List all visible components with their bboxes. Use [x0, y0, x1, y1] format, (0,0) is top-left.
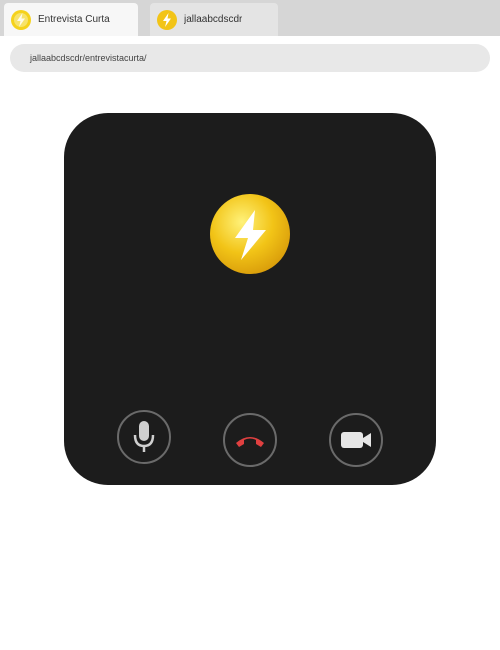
browser-tab-bar: Entrevista Curta jallaabcdscdr [0, 0, 500, 36]
microphone-icon [133, 421, 155, 452]
tab-jallaabcdscdr[interactable]: jallaabcdscdr [150, 3, 278, 36]
lightning-bolt-icon [210, 194, 290, 274]
address-bar-url: jallaabcdscdr/entrevistacurta/ [30, 53, 147, 63]
phone-hangup-icon [236, 437, 264, 447]
bolt-logo-icon [11, 9, 31, 30]
bolt-logo-icon [157, 9, 177, 30]
call-panel [64, 113, 436, 485]
address-bar[interactable]: jallaabcdscdr/entrevistacurta/ [10, 44, 490, 72]
video-camera-icon [341, 432, 371, 448]
tab-entrevista-curta[interactable]: Entrevista Curta [4, 3, 138, 36]
tab-label: Entrevista Curta [38, 14, 110, 25]
microphone-button[interactable] [117, 410, 171, 464]
video-button[interactable] [329, 413, 383, 467]
hang-up-button[interactable] [223, 413, 277, 467]
tab-label: jallaabcdscdr [184, 14, 243, 25]
